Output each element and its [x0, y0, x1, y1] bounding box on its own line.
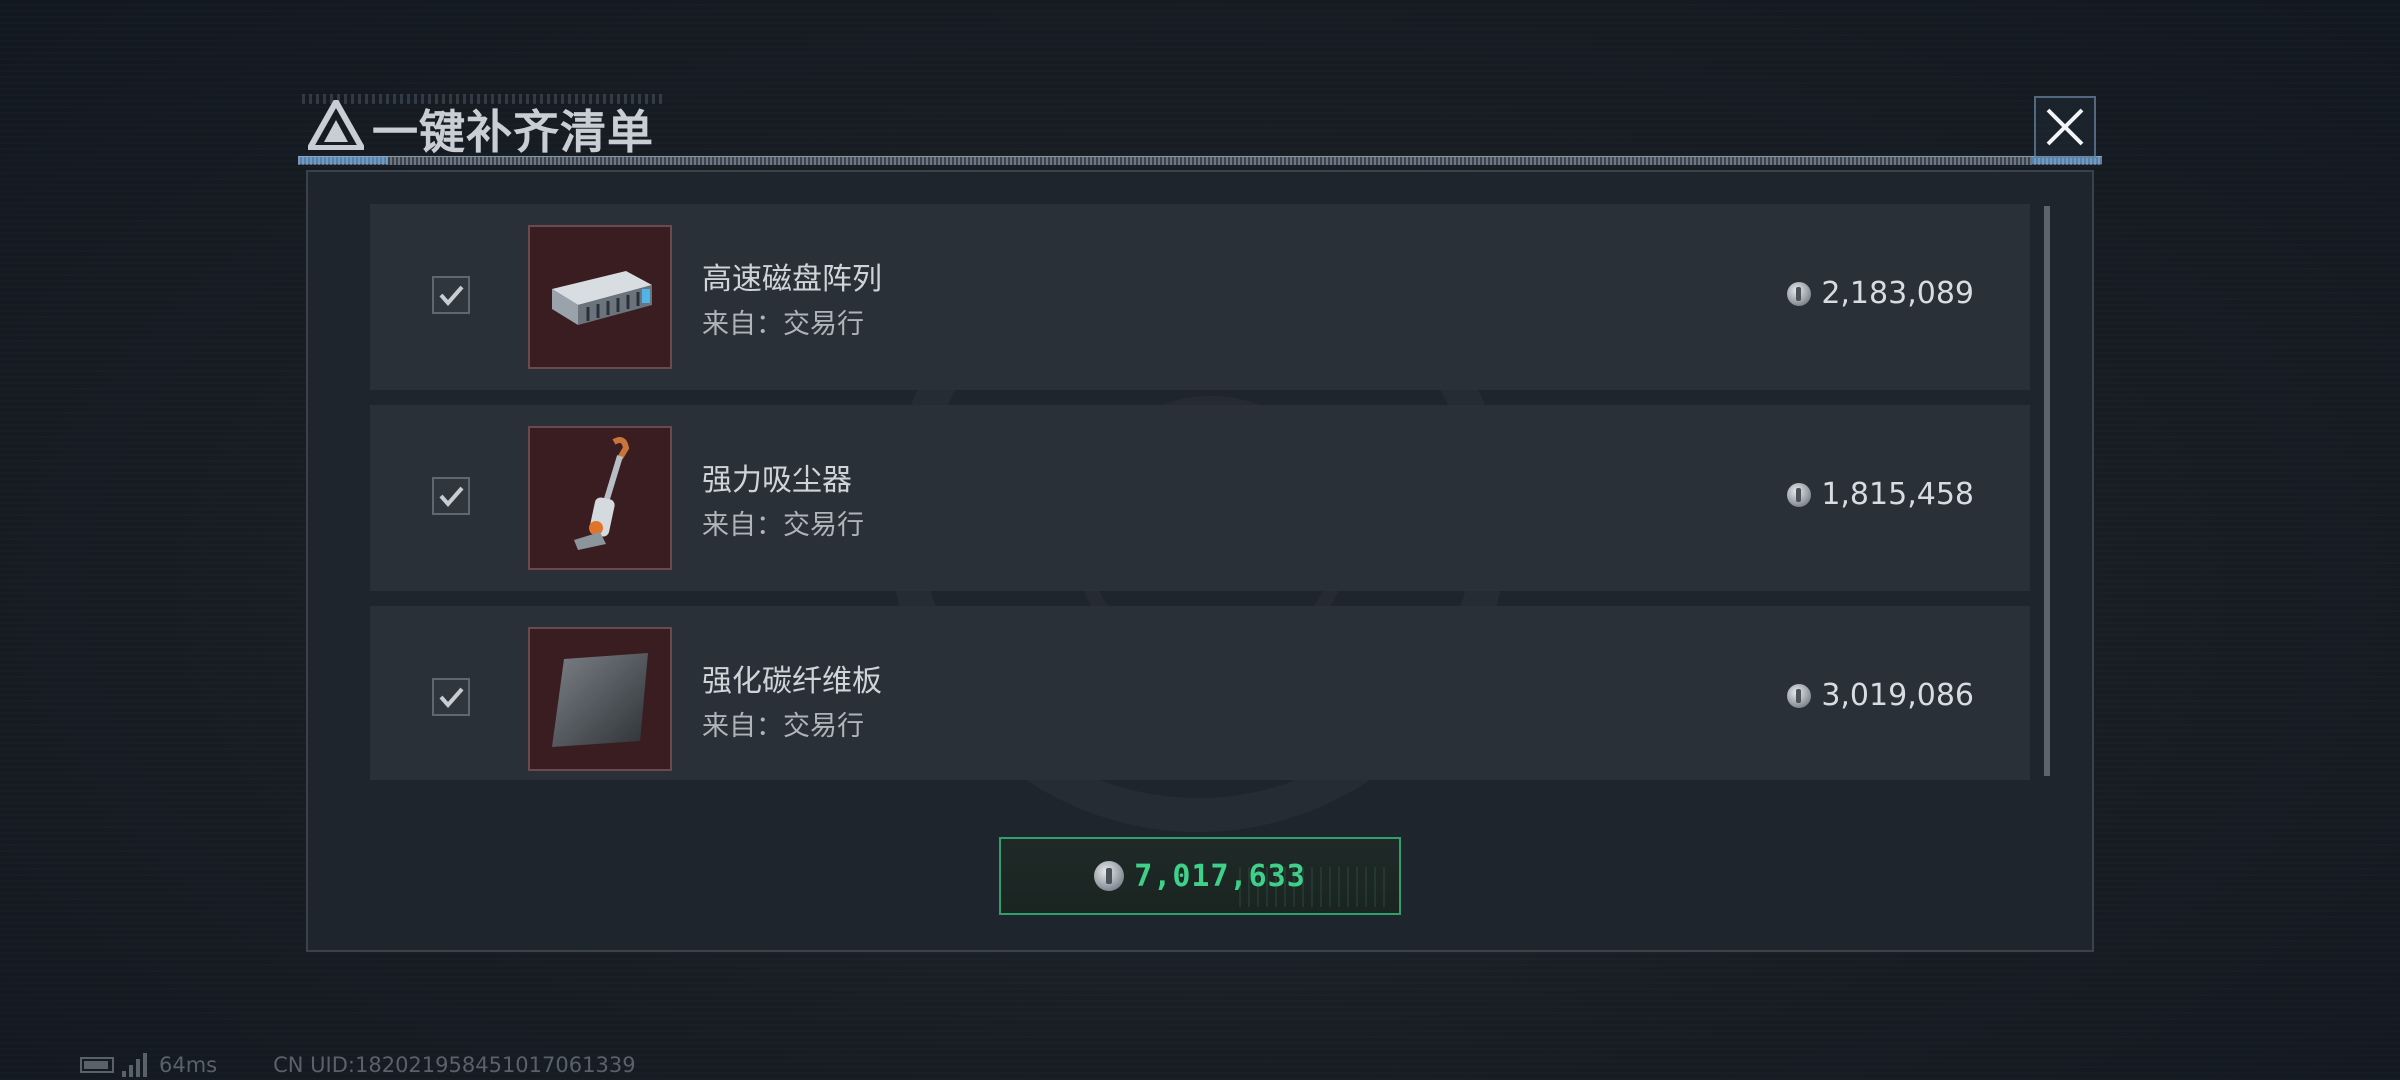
- item-checkbox[interactable]: [432, 477, 470, 515]
- signal-icon: [122, 1053, 147, 1077]
- vacuum-cleaner-icon: [528, 426, 672, 570]
- checkmark-icon: [439, 285, 464, 307]
- disk-array-icon: [528, 225, 672, 369]
- close-button[interactable]: [2034, 96, 2096, 158]
- item-source: 来自：交易行: [702, 309, 864, 340]
- carbon-fiber-plate-icon: [528, 627, 672, 771]
- uid-text: CN UID:18202195845101706133​9: [273, 1053, 636, 1077]
- dialog-title-bar: 一键补齐清单: [298, 90, 2102, 170]
- delta-logo-icon: [308, 100, 364, 150]
- coin-icon: [1094, 861, 1125, 891]
- ping-text: 64ms: [159, 1053, 218, 1077]
- list-item: 高速磁盘阵列 来自：交易行 2,183,089: [370, 204, 2030, 390]
- item-checkbox[interactable]: [432, 276, 470, 314]
- status-bar: 64ms CN UID:18202195845101706133​9: [80, 1052, 636, 1078]
- total-purchase-button[interactable]: 7,017,633: [999, 837, 1401, 915]
- dialog-title: 一键补齐清单: [372, 105, 654, 159]
- coin-icon: [1787, 281, 1812, 306]
- item-source: 来自：交易行: [702, 510, 864, 541]
- item-checkbox[interactable]: [432, 678, 470, 716]
- coin-icon: [1787, 683, 1812, 708]
- list-item: 强力吸尘器 来自：交易行 1,815,458: [370, 405, 2030, 591]
- list-scrollbar[interactable]: [2044, 206, 2050, 776]
- item-source: 来自：交易行: [702, 711, 864, 742]
- item-price-value: 3,019,086: [1821, 678, 1974, 713]
- total-decoration: [1239, 867, 1389, 907]
- item-price: 2,183,089: [1787, 276, 1974, 311]
- close-icon: [2046, 108, 2084, 146]
- item-name: 强化碳纤维板: [702, 664, 882, 699]
- item-name: 强力吸尘器: [702, 463, 852, 498]
- item-name: 高速磁盘阵列: [702, 262, 882, 297]
- coin-icon: [1787, 482, 1812, 507]
- checkmark-icon: [439, 687, 464, 709]
- item-price: 3,019,086: [1787, 678, 1974, 713]
- item-price-value: 2,183,089: [1821, 276, 1974, 311]
- item-price: 1,815,458: [1787, 477, 1974, 512]
- item-list: 高速磁盘阵列 来自：交易行 2,183,089 强力吸尘器 来自：交易行 1,8…: [370, 204, 2030, 780]
- item-price-value: 1,815,458: [1821, 477, 1974, 512]
- list-item: 强化碳纤维板 来自：交易行 3,019,086: [370, 606, 2030, 780]
- battery-icon: [80, 1057, 114, 1073]
- title-rail: [298, 156, 2102, 165]
- checkmark-icon: [439, 486, 464, 508]
